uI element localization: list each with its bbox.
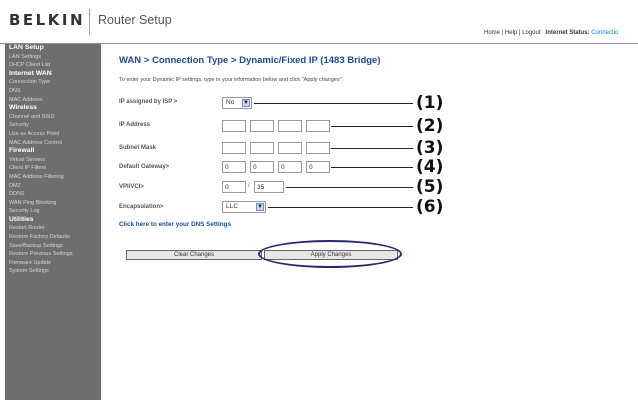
subnet-mask-octet-4[interactable] bbox=[306, 142, 330, 154]
sidebar-item-restore-previous-settings[interactable]: Restore Previous Settings bbox=[5, 250, 101, 259]
subnet-mask-octet-3[interactable] bbox=[278, 142, 302, 154]
sidebar-item-ddns[interactable]: DDNS bbox=[5, 190, 101, 199]
callout-4: (4) bbox=[416, 157, 444, 177]
default-gateway-label: Default Gateway> bbox=[119, 164, 170, 170]
vci-input[interactable] bbox=[254, 181, 284, 193]
sidebar-nav: LAN Setup LAN Settings DHCP Client List Int… bbox=[5, 44, 101, 400]
callout-1: (1) bbox=[416, 93, 444, 113]
ip-address-octet-2[interactable] bbox=[250, 120, 274, 132]
vpi-vci-label: VPI/VCI> bbox=[119, 184, 144, 190]
vpi-input[interactable] bbox=[222, 181, 246, 193]
callout-leader-4 bbox=[331, 167, 413, 168]
dns-settings-link[interactable]: Click here to enter your DNS Settings bbox=[119, 221, 231, 228]
sidebar-section-wireless: Wireless bbox=[9, 104, 37, 112]
callout-leader-5 bbox=[286, 187, 413, 188]
sidebar-section-utilities: Utilities bbox=[9, 215, 34, 223]
callout-leader-3 bbox=[331, 148, 413, 149]
gateway-octet-3[interactable] bbox=[278, 161, 302, 173]
chevron-down-icon: ▼ bbox=[256, 203, 264, 211]
sidebar-item-channel-and-ssid[interactable]: Channel and SSID bbox=[5, 113, 101, 122]
sidebar-item-restore-factory-defaults[interactable]: Restore Factory Defaults bbox=[5, 233, 101, 242]
ip-address-octet-1[interactable] bbox=[222, 120, 246, 132]
gateway-octet-2[interactable] bbox=[250, 161, 274, 173]
sidebar-item-virtual-servers[interactable]: Virtual Servers bbox=[5, 156, 101, 165]
callout-6: (6) bbox=[416, 197, 444, 217]
sidebar-item-dhcp-client-list[interactable]: DHCP Client List bbox=[5, 61, 101, 70]
sidebar-item-mac-address-filtering[interactable]: MAC Address Filtering bbox=[5, 173, 101, 182]
ip-assigned-label: IP assigned by ISP > bbox=[119, 99, 178, 105]
subnet-mask-label: Subnet Mask bbox=[119, 145, 157, 151]
sidebar-item-mac-address-control[interactable]: MAC Address Control bbox=[5, 139, 101, 148]
sidebar-item-wan-ping-blocking[interactable]: WAN Ping Blocking bbox=[5, 199, 101, 208]
ip-assigned-value: No bbox=[226, 99, 235, 106]
internet-status-label: Internet Status: bbox=[545, 30, 590, 36]
ip-address-label: IP Address bbox=[119, 122, 151, 128]
intro-text: To enter your Dynamic IP settings, type … bbox=[119, 77, 344, 83]
help-link[interactable]: Help bbox=[505, 30, 517, 36]
header-divider bbox=[89, 9, 90, 35]
callout-5: (5) bbox=[416, 177, 444, 197]
encapsulation-label: Encapsulation> bbox=[119, 204, 164, 210]
app-title: Router Setup bbox=[98, 13, 172, 27]
subnet-mask-octet-2[interactable] bbox=[250, 142, 274, 154]
callout-2: (2) bbox=[416, 116, 444, 136]
sidebar-item-dmz[interactable]: DMZ bbox=[5, 182, 101, 191]
ip-address-octet-3[interactable] bbox=[278, 120, 302, 132]
ip-address-octet-4[interactable] bbox=[306, 120, 330, 132]
ip-assigned-select[interactable]: No ▼ bbox=[222, 97, 252, 109]
sidebar-item-lan-settings[interactable]: LAN Settings bbox=[5, 53, 101, 62]
callout-3: (3) bbox=[416, 138, 444, 158]
subnet-mask-octet-1[interactable] bbox=[222, 142, 246, 154]
sidebar-item-save-backup-settings[interactable]: Save/Backup Settings bbox=[5, 242, 101, 251]
chevron-down-icon: ▼ bbox=[242, 99, 250, 107]
page-title: WAN > Connection Type > Dynamic/Fixed IP… bbox=[119, 55, 381, 66]
sidebar-item-dns[interactable]: DNS bbox=[5, 87, 101, 96]
sidebar-item-firmware-update[interactable]: Firmware Update bbox=[5, 259, 101, 268]
sidebar-item-restart-router[interactable]: Restart Router bbox=[5, 224, 101, 233]
sidebar-section-internet-wan: Internet WAN bbox=[9, 69, 52, 77]
logout-link[interactable]: Logout bbox=[522, 30, 540, 36]
highlight-oval bbox=[258, 240, 402, 268]
sidebar-section-firewall: Firewall bbox=[9, 147, 35, 155]
sidebar-item-use-as-access-point[interactable]: Use as Access Point bbox=[5, 130, 101, 139]
callout-leader-2 bbox=[331, 126, 413, 127]
sidebar-item-connection-type[interactable]: Connection Type bbox=[5, 78, 101, 87]
brand-logo: BELKIN bbox=[9, 11, 85, 29]
clear-changes-button[interactable]: Clear Changes bbox=[126, 250, 262, 260]
header-bar: BELKIN Router Setup Home | Help | Logout… bbox=[0, 0, 638, 44]
callout-leader-6 bbox=[268, 207, 413, 208]
sidebar-section-lan-setup: LAN Setup bbox=[9, 44, 44, 51]
header-links: Home | Help | Logout Internet Status: Con… bbox=[484, 30, 618, 36]
sidebar-item-security[interactable]: Security bbox=[5, 121, 101, 130]
vpi-vci-separator: / bbox=[248, 183, 250, 189]
gateway-octet-4[interactable] bbox=[306, 161, 330, 173]
sidebar-item-client-ip-filters[interactable]: Client IP Filters bbox=[5, 164, 101, 173]
encapsulation-select[interactable]: LLC ▼ bbox=[222, 201, 266, 213]
sidebar-item-mac-address[interactable]: MAC Address bbox=[5, 96, 101, 105]
sidebar-item-system-settings[interactable]: System Settings bbox=[5, 267, 101, 276]
encapsulation-value: LLC bbox=[226, 203, 238, 210]
home-link[interactable]: Home bbox=[484, 30, 500, 36]
sidebar-item-security-log[interactable]: Security Log bbox=[5, 207, 101, 216]
gateway-octet-1[interactable] bbox=[222, 161, 246, 173]
callout-leader-1 bbox=[254, 103, 413, 104]
internet-status-value: Connectio bbox=[591, 30, 619, 36]
